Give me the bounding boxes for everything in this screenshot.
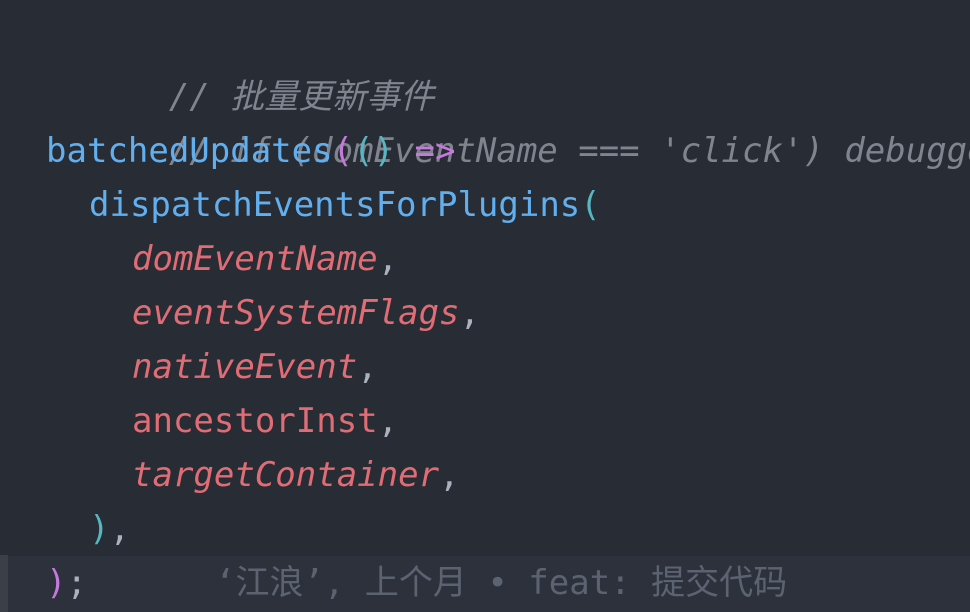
parameter: targetContainer (132, 455, 440, 495)
code-line-2[interactable]: // if (domEventName === 'click') debugge… (0, 70, 970, 171)
git-blame-annotation: ‘江浪’, 上个月 • feat: 提交代码 (215, 563, 788, 603)
paren: ) (89, 509, 110, 549)
parameter: eventSystemFlags (132, 293, 460, 333)
current-line-gutter-marker (0, 555, 8, 612)
comma: , (377, 401, 399, 441)
code-line-5[interactable]: domEventName, (0, 232, 970, 286)
comma: , (109, 509, 130, 549)
code-line-7[interactable]: nativeEvent, (0, 340, 970, 394)
code-line-9[interactable]: targetContainer, (0, 448, 970, 502)
parameter: nativeEvent (132, 347, 358, 387)
arrow-operator: => (414, 131, 456, 171)
parameter: domEventName (132, 239, 378, 279)
code-line-4[interactable]: dispatchEventsForPlugins( (0, 178, 970, 232)
semicolon: ; (66, 563, 87, 603)
comma: , (377, 239, 399, 279)
paren: ( (332, 131, 354, 171)
comma: , (459, 293, 480, 333)
code-line-1[interactable]: // 批量更新事件 (0, 16, 970, 117)
function-name: dispatchEventsForPlugins (89, 185, 581, 225)
paren: () (353, 131, 395, 171)
function-name: batchedUpdates (46, 131, 333, 171)
code-line-3[interactable]: batchedUpdates(() => (0, 124, 970, 178)
code-line-10[interactable]: ), (0, 502, 970, 556)
comma: , (439, 455, 460, 495)
paren: ) (46, 563, 67, 603)
parameter: ancestorInst (132, 401, 378, 441)
code-line-6[interactable]: eventSystemFlags, (0, 286, 970, 340)
code-line-8[interactable]: ancestorInst, (0, 394, 970, 448)
code-editor[interactable]: // 批量更新事件 // if (domEventName === 'click… (0, 0, 970, 612)
paren: ( (580, 185, 601, 225)
comma: , (357, 347, 378, 387)
code-line-11-current[interactable]: ); ‘江浪’, 上个月 • feat: 提交代码 (0, 556, 970, 612)
